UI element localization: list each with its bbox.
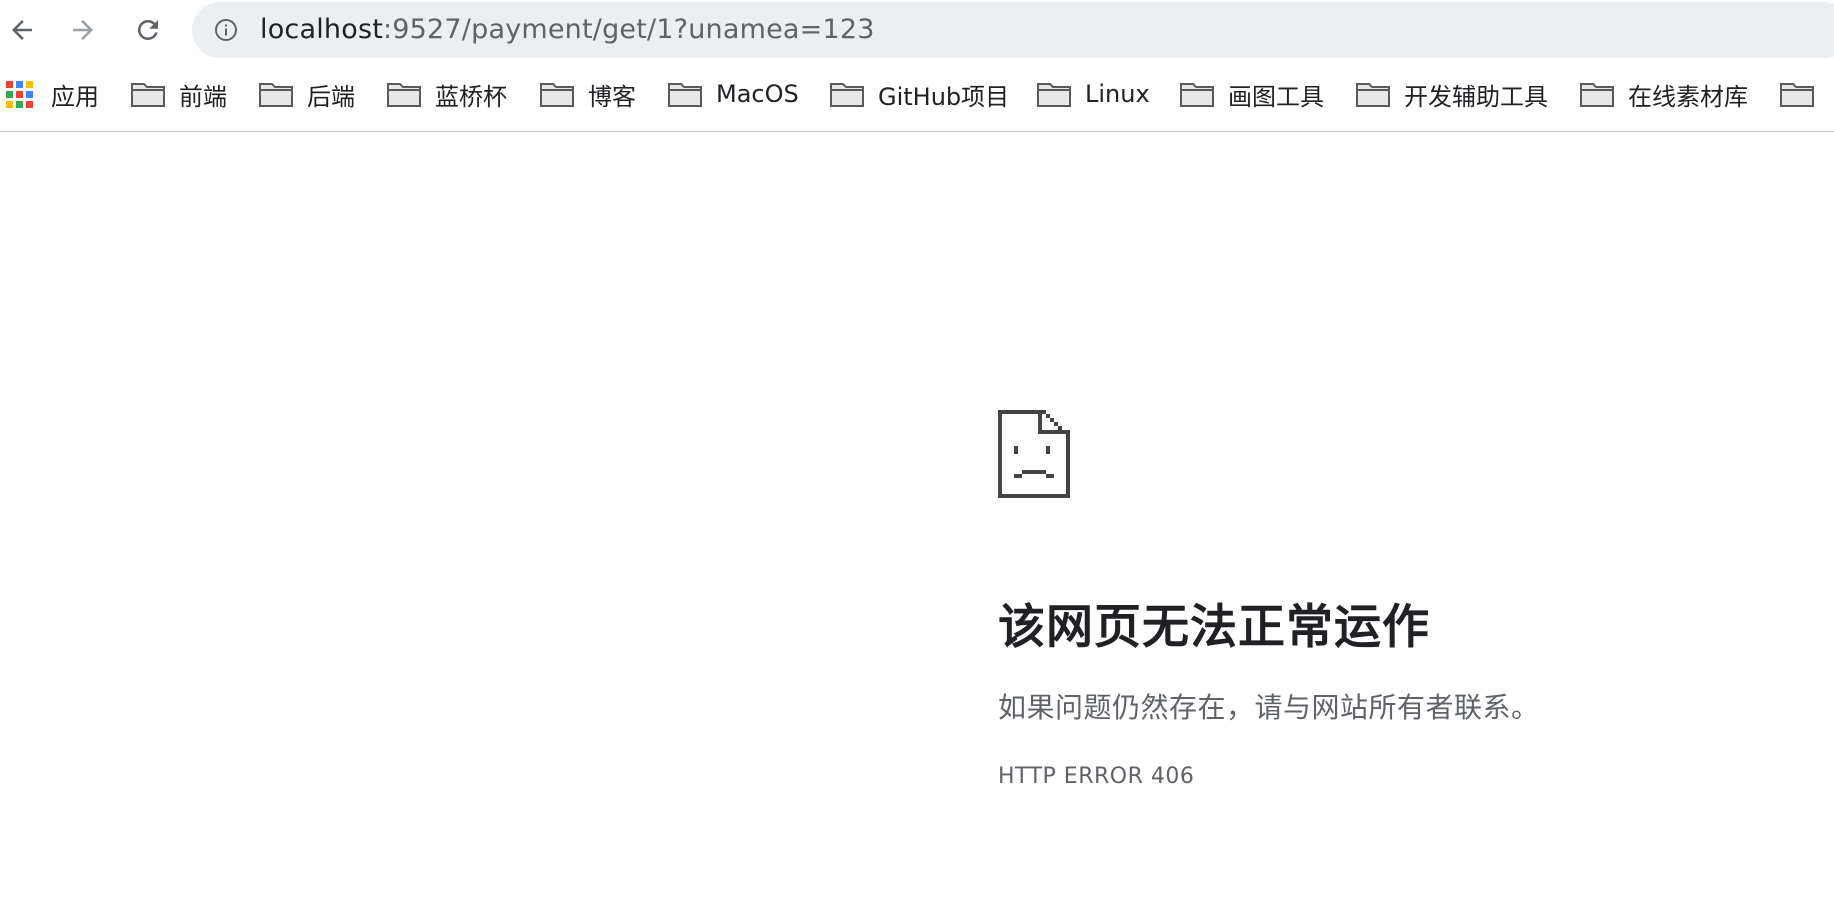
folder-icon [1580,83,1614,107]
bookmarks-bar: 应用 前端 后端 蓝桥杯 博客 MacOS GitHub项目 Linux 画图工… [0,68,1834,120]
info-icon[interactable] [214,18,238,42]
bookmark-label: 开发辅助工具 [1404,82,1548,111]
reload-button[interactable] [126,8,170,52]
bookmark-folder-github[interactable]: GitHub项目 [830,68,1009,120]
bookmark-label: 蓝桥杯 [435,82,507,111]
bookmark-apps[interactable]: 应用 [6,68,99,120]
bookmark-label: GitHub项目 [878,82,1010,111]
back-button[interactable] [0,8,44,52]
error-code: HTTP ERROR 406 [998,764,1195,789]
error-title: 该网页无法正常运作 [998,600,1430,655]
bookmark-folder-assets[interactable]: 在线素材库 [1580,68,1748,120]
bookmark-label: MacOS [716,80,799,108]
forward-button[interactable] [61,8,105,52]
bookmark-folder-backend[interactable]: 后端 [259,68,355,120]
bookmark-folder-macos[interactable]: MacOS [668,68,799,120]
browser-toolbar: localhost:9527/payment/get/1?unamea=123 [0,0,1834,60]
folder-icon [1180,83,1214,107]
folder-icon [1356,83,1390,107]
apps-grid-icon [6,80,33,108]
bookmark-label: 后端 [307,82,355,111]
bookmark-label: 前端 [179,82,227,111]
bookmark-label: 在线素材库 [1628,82,1748,111]
folder-icon [259,83,293,107]
folder-icon [830,83,864,107]
bookmark-folder-dev-tools[interactable]: 开发辅助工具 [1356,68,1548,120]
folder-icon [387,83,421,107]
url-text[interactable]: localhost:9527/payment/get/1?unamea=123 [260,2,875,58]
bookmark-label: Linux [1085,80,1150,108]
bookmark-folder-drawing-tools[interactable]: 画图工具 [1180,68,1324,120]
bookmark-folder-linux[interactable]: Linux [1037,68,1150,120]
folder-icon [540,83,574,107]
back-arrow-icon [12,20,32,40]
forward-arrow-icon [73,20,93,40]
bookmark-label: 画图工具 [1228,82,1324,111]
bookmark-folder-lanqiao[interactable]: 蓝桥杯 [387,68,507,120]
folder-icon [1037,83,1071,107]
bookmark-folder-blog[interactable]: 博客 [540,68,636,120]
error-message: 如果问题仍然存在，请与网站所有者联系。 [998,691,1540,724]
sad-document-icon [998,410,1070,498]
folder-icon [131,83,165,107]
bookmark-label: 博客 [588,82,636,111]
url-host: localhost [260,14,383,45]
address-bar[interactable]: localhost:9527/payment/get/1?unamea=123 [192,2,1834,58]
reload-icon [138,20,158,40]
bookmark-apps-label: 应用 [51,82,99,111]
folder-icon [1780,83,1814,107]
url-path: :9527/payment/get/1?unamea=123 [383,14,875,45]
bookmarks-divider [0,131,1834,132]
bookmark-folder-overflow[interactable] [1780,68,1828,120]
folder-icon [668,83,702,107]
bookmark-folder-frontend[interactable]: 前端 [131,68,227,120]
